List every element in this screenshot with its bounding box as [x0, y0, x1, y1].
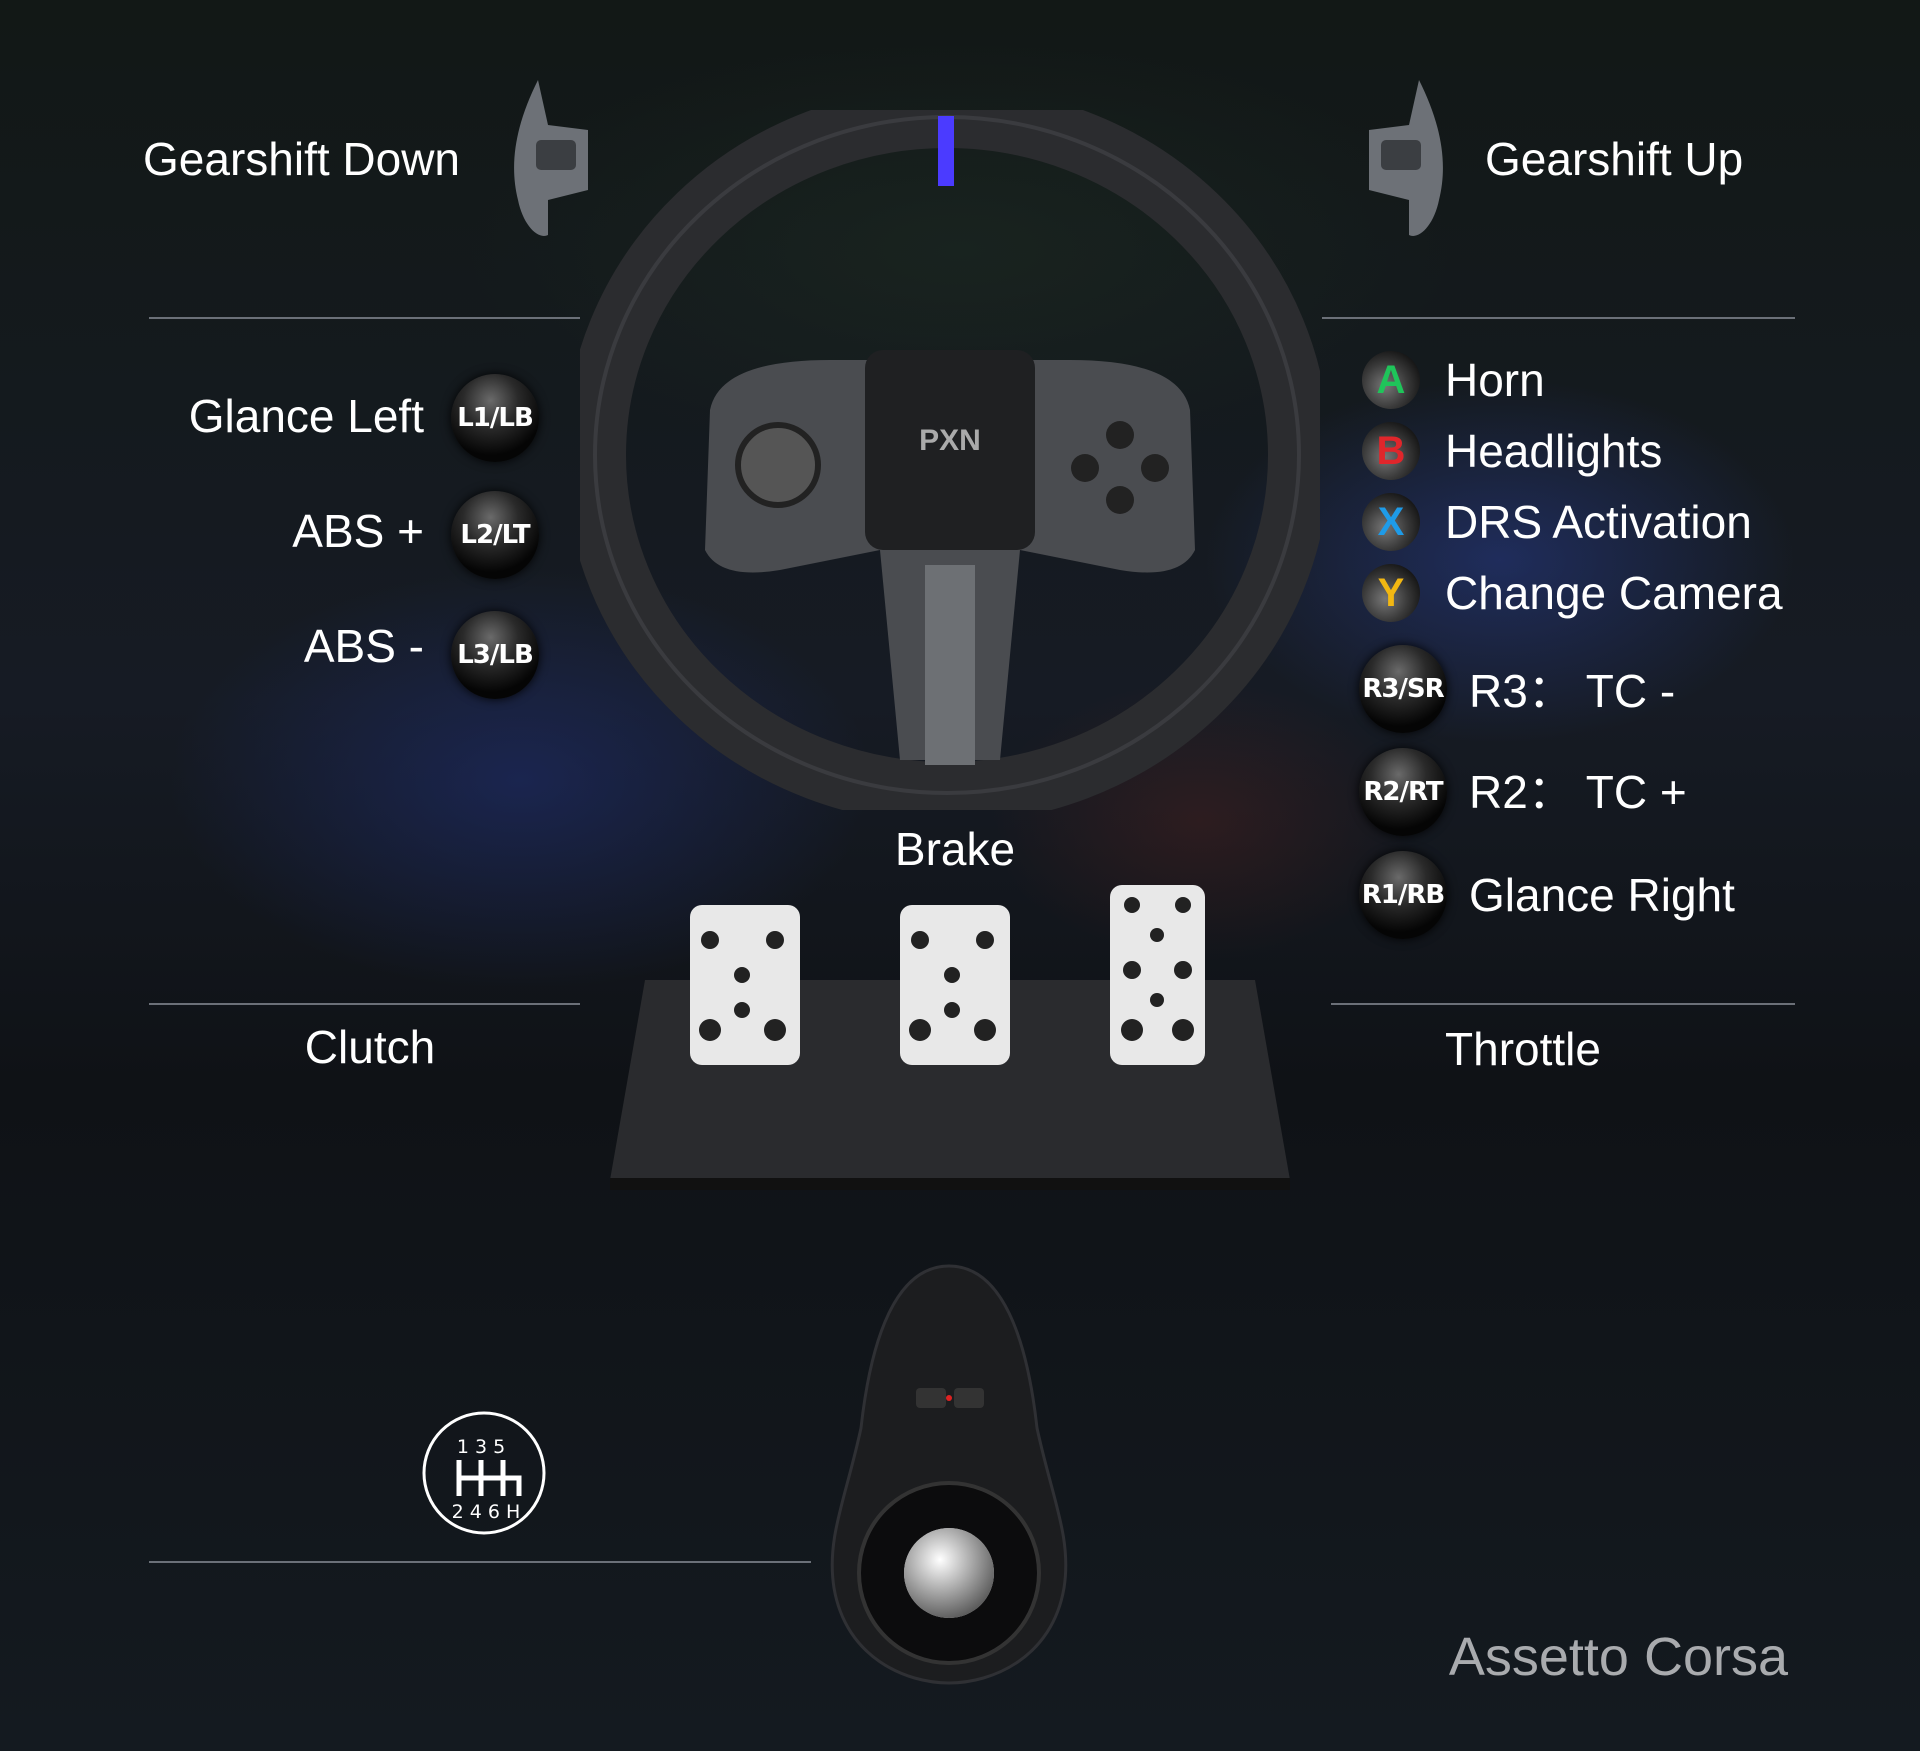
divider: [1322, 317, 1795, 319]
h-pattern-shifter-icon: 1 3 5 2 4 6 H: [422, 1411, 546, 1535]
divider: [149, 1003, 580, 1005]
l1-lb-button: L1/LB: [451, 374, 539, 462]
horn-label: Horn: [1445, 354, 1545, 406]
gear-shifter: [830, 1264, 1068, 1685]
wheel-brand-logo: PXN: [919, 424, 981, 457]
l3-lb-button: L3/LB: [451, 611, 539, 699]
drs-activation-label: DRS Activation: [1445, 496, 1752, 548]
throttle-label: Throttle: [1445, 1023, 1601, 1075]
r3-sr-button: R3/SR: [1359, 645, 1447, 733]
y-button-icon: Y: [1362, 564, 1420, 622]
headlights-label: Headlights: [1445, 425, 1663, 477]
gearshift-down-label: Gearshift Down: [143, 133, 461, 185]
r1-rb-button: R1/RB: [1359, 851, 1447, 939]
abs-plus-label: ABS +: [292, 505, 424, 557]
glance-left-label: Glance Left: [188, 390, 424, 442]
brake-label: Brake: [894, 823, 1016, 875]
game-title: Assetto Corsa: [1448, 1627, 1788, 1687]
gearshift-up-label: Gearshift Up: [1485, 133, 1744, 185]
left-paddle-shifter: [514, 80, 588, 236]
tc-plus-label: R2： TC +: [1469, 766, 1687, 818]
a-button-icon: A: [1362, 351, 1420, 409]
clutch-label: Clutch: [304, 1021, 436, 1073]
r2-rt-button: R2/RT: [1359, 748, 1447, 836]
divider: [1331, 1003, 1795, 1005]
tc-minus-label: R3： TC -: [1469, 665, 1676, 717]
divider: [149, 1561, 811, 1563]
right-paddle-shifter: [1369, 80, 1443, 236]
l2-lt-button: L2/LT: [451, 491, 539, 579]
x-button-icon: X: [1362, 493, 1420, 551]
glance-right-label: Glance Right: [1469, 869, 1735, 921]
b-button-icon: B: [1362, 422, 1420, 480]
divider: [149, 317, 580, 319]
pedal-set: [610, 885, 1290, 1190]
shifter-bottom-gears: 2 4 6 H: [452, 1501, 521, 1523]
steering-wheel: PXN: [580, 110, 1320, 810]
abs-minus-label: ABS -: [303, 620, 424, 672]
shifter-top-gears: 1 3 5: [457, 1436, 505, 1458]
change-camera-label: Change Camera: [1445, 567, 1783, 619]
